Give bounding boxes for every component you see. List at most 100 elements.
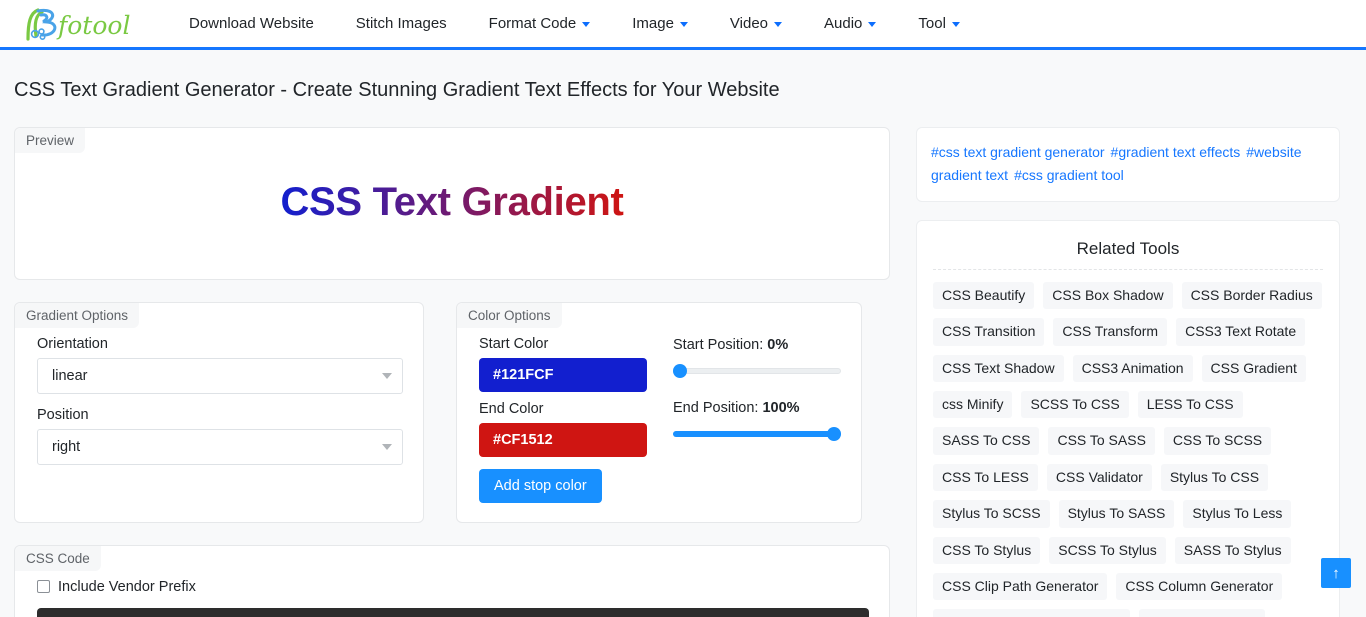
color-options-panel: Color Options Start Color #121FCF End Co… [456, 302, 862, 523]
main-column: Preview CSS Text Gradient Gradient Optio… [14, 127, 890, 617]
orientation-select[interactable]: linear [37, 358, 403, 394]
nav-item-stitch-images[interactable]: Stitch Images [335, 0, 468, 49]
arrow-up-icon: ↑ [1332, 565, 1340, 582]
chevron-down-icon [868, 22, 876, 27]
end-position-value: 100% [762, 400, 799, 416]
related-tool-chip[interactable]: Stylus To SCSS [933, 500, 1050, 527]
color-options-legend: Color Options [457, 303, 562, 328]
related-tool-chip[interactable]: CSS To SCSS [1164, 427, 1271, 454]
related-tools-panel: Related Tools CSS Beautify CSS Box Shadow… [916, 220, 1340, 617]
slider-track [673, 368, 841, 374]
nav-label: Tool [918, 0, 946, 49]
content-layout: Preview CSS Text Gradient Gradient Optio… [0, 127, 1366, 617]
related-tool-chip[interactable]: LESS To CSS [1138, 391, 1243, 418]
related-tool-chip[interactable]: SCSS To Stylus [1049, 537, 1166, 564]
related-tools-title: Related Tools [933, 235, 1323, 270]
nav-item-image[interactable]: Image [611, 0, 709, 49]
related-tool-chip[interactable]: CSS Transform [1053, 318, 1167, 345]
slider-thumb[interactable] [827, 427, 841, 441]
tag-link[interactable]: #css text gradient generator [931, 144, 1105, 160]
related-tool-chip[interactable]: SASS To CSS [933, 427, 1039, 454]
related-tool-chip[interactable]: CSS Column Generator [1116, 573, 1282, 600]
vendor-prefix-checkbox[interactable] [37, 580, 50, 593]
css-code-legend: CSS Code [15, 546, 101, 571]
svg-text:fotool: fotool [56, 11, 130, 40]
css-code-panel: CSS Code Include Vendor Prefix [14, 545, 890, 617]
end-position-slider[interactable] [673, 427, 841, 441]
add-stop-color-button[interactable]: Add stop color [479, 469, 602, 503]
related-tool-chip[interactable]: CSS Clip Path Generator [933, 573, 1107, 600]
slider-thumb[interactable] [673, 364, 687, 378]
related-tool-chip[interactable]: CSS Text Shadow [933, 355, 1064, 382]
gradient-options-body: Orientation linear Position right [15, 303, 423, 496]
related-tool-chip[interactable]: CSS Validator [1047, 464, 1152, 491]
css-code-output[interactable] [37, 608, 869, 617]
end-color-value: #CF1512 [493, 432, 553, 448]
start-position-value: 0% [767, 337, 788, 353]
preview-panel: Preview CSS Text Gradient [14, 127, 890, 280]
page-root: fotool Download Website Stitch Images Fo… [0, 0, 1366, 617]
related-tool-chip[interactable]: CSS To Stylus [933, 537, 1040, 564]
nav-item-audio[interactable]: Audio [803, 0, 897, 49]
tag-link[interactable]: #gradient text effects [1111, 144, 1241, 160]
start-position-text: Start Position: [673, 337, 763, 353]
nav-label: Format Code [489, 0, 577, 49]
nav-item-tool[interactable]: Tool [897, 0, 981, 49]
end-color-label: End Color [479, 401, 647, 417]
chevron-down-icon [582, 22, 590, 27]
end-position-label: End Position: 100% [673, 400, 841, 416]
sidebar-column: #css text gradient generator #gradient te… [916, 127, 1340, 617]
position-value: right [52, 439, 382, 455]
related-tool-chip[interactable]: SASS To Stylus [1175, 537, 1291, 564]
related-tool-chip[interactable]: CSS3 Flip Switch [1139, 609, 1265, 617]
related-tool-chip[interactable]: CSS To SASS [1048, 427, 1154, 454]
related-tool-chip[interactable]: css Minify [933, 391, 1012, 418]
nav-item-format-code[interactable]: Format Code [468, 0, 612, 49]
nav-menu: Download Website Stitch Images Format Co… [168, 0, 981, 49]
position-select[interactable]: right [37, 429, 403, 465]
chevron-down-icon [680, 22, 688, 27]
related-tool-chip[interactable]: CSS Transition [933, 318, 1044, 345]
related-tool-chip[interactable]: SCSS To CSS [1021, 391, 1128, 418]
css-code-body: Include Vendor Prefix [15, 546, 889, 617]
related-tool-chip[interactable]: Stylus To Less [1183, 500, 1291, 527]
start-color-value: #121FCF [493, 367, 553, 383]
related-tool-chip[interactable]: CSS Box Shadow [1043, 282, 1172, 309]
start-color-swatch[interactable]: #121FCF [479, 358, 647, 392]
related-tool-chip[interactable]: Stylus To CSS [1161, 464, 1268, 491]
scroll-to-top-button[interactable]: ↑ [1321, 558, 1351, 588]
start-position-slider[interactable] [673, 364, 841, 378]
gradient-preview-text: CSS Text Gradient [280, 180, 623, 227]
related-tool-chip[interactable]: CSS Beautify [933, 282, 1034, 309]
related-tool-chip[interactable]: CSS Cubic Bezier Generator [933, 609, 1130, 617]
top-navigation-bar: fotool Download Website Stitch Images Fo… [0, 0, 1366, 50]
related-tool-chip[interactable]: CSS3 Animation [1073, 355, 1193, 382]
nav-label: Video [730, 0, 768, 49]
preview-legend: Preview [15, 128, 85, 153]
vendor-prefix-label: Include Vendor Prefix [58, 579, 196, 595]
related-tool-chip[interactable]: Stylus To SASS [1059, 500, 1175, 527]
tags-panel: #css text gradient generator #gradient te… [916, 127, 1340, 202]
vendor-prefix-row[interactable]: Include Vendor Prefix [37, 579, 869, 595]
brand-logo[interactable]: fotool [14, 3, 132, 45]
tag-link[interactable]: #css gradient tool [1014, 167, 1124, 183]
options-row: Gradient Options Orientation linear Posi… [14, 302, 890, 545]
orientation-label: Orientation [37, 336, 403, 352]
nav-label: Stitch Images [356, 0, 447, 49]
orientation-value: linear [52, 368, 382, 384]
nav-item-video[interactable]: Video [709, 0, 803, 49]
preview-body: CSS Text Gradient [15, 128, 889, 279]
chevron-down-icon [952, 22, 960, 27]
related-tool-chip[interactable]: CSS Gradient [1202, 355, 1306, 382]
gradient-options-legend: Gradient Options [15, 303, 139, 328]
related-tool-chip[interactable]: CSS3 Text Rotate [1176, 318, 1305, 345]
position-label: Position [37, 407, 403, 423]
start-color-label: Start Color [479, 336, 647, 352]
chevron-down-icon [774, 22, 782, 27]
related-tool-chip[interactable]: CSS To LESS [933, 464, 1038, 491]
related-tool-chip[interactable]: CSS Border Radius [1182, 282, 1322, 309]
nav-label: Download Website [189, 0, 314, 49]
start-position-label: Start Position: 0% [673, 337, 841, 353]
nav-item-download-website[interactable]: Download Website [168, 0, 335, 49]
end-color-swatch[interactable]: #CF1512 [479, 423, 647, 457]
